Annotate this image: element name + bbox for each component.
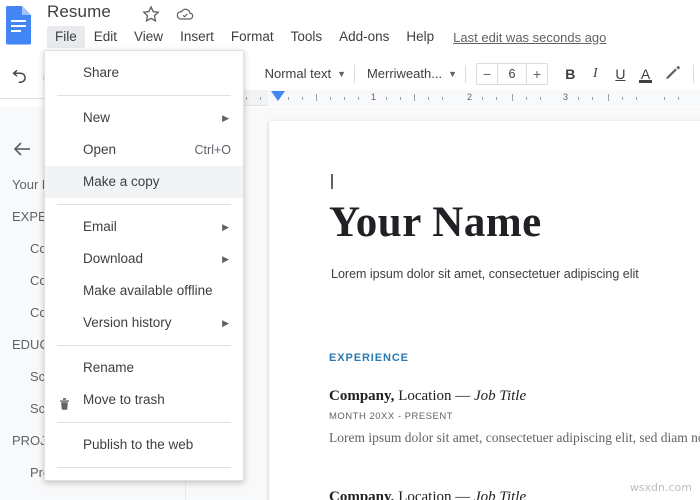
- file-menu-download[interactable]: Download ▶: [45, 243, 243, 275]
- menu-bar: File Edit View Insert Format Tools Add-o…: [47, 26, 606, 48]
- file-menu-email[interactable]: Email ▶: [45, 211, 243, 243]
- job-1-description: Lorem ipsum dolor sit amet, consectetuer…: [329, 430, 700, 445]
- section-heading-experience: EXPERIENCE: [329, 352, 409, 364]
- google-docs-window: Resume File Edit View Insert Format Tool…: [0, 0, 700, 500]
- cloud-saved-icon[interactable]: [175, 4, 195, 24]
- underline-button[interactable]: U: [608, 61, 633, 87]
- job-entry-2-heading: Company, Location — Job Title: [329, 489, 526, 500]
- font-size-increase-button[interactable]: +: [527, 64, 547, 84]
- ruler-number-2: 2: [467, 92, 473, 102]
- star-icon[interactable]: [141, 4, 161, 24]
- chevron-down-icon: ▼: [448, 68, 458, 79]
- font-family-dropdown[interactable]: Merriweath... ▼: [361, 62, 459, 86]
- paragraph-style-dropdown[interactable]: Normal text ▼: [259, 62, 348, 86]
- file-menu-version-history[interactable]: Version history ▶: [45, 307, 243, 339]
- resume-name-heading: Your Name: [329, 199, 542, 246]
- italic-button[interactable]: I: [583, 61, 608, 87]
- job-entry-1-heading: Company, Location — Job Title: [329, 388, 526, 405]
- menu-separator: [57, 95, 231, 96]
- menu-help[interactable]: Help: [398, 26, 442, 48]
- text-color-button[interactable]: A: [633, 61, 658, 87]
- title-bar: Resume File Edit View Insert Format Tool…: [0, 0, 700, 50]
- file-menu-publish-to-web[interactable]: Publish to the web: [45, 429, 243, 461]
- file-menu-new-label: New: [83, 110, 111, 125]
- job-2-location: Location: [394, 489, 456, 500]
- watermark: wsxdn.com: [629, 481, 692, 494]
- menu-tools[interactable]: Tools: [283, 26, 331, 48]
- file-menu-email-label: Email: [83, 219, 117, 234]
- paragraph-style-value: Normal text: [264, 66, 332, 81]
- document-canvas[interactable]: Your Name Lorem ipsum dolor sit amet, co…: [186, 107, 700, 500]
- undo-icon[interactable]: [8, 61, 33, 87]
- submenu-arrow-icon: ▶: [222, 318, 229, 328]
- last-edit-link[interactable]: Last edit was seconds ago: [453, 30, 606, 45]
- toolbar-divider: [353, 64, 355, 83]
- font-size-decrease-button[interactable]: −: [477, 64, 497, 84]
- submenu-arrow-icon: ▶: [222, 222, 229, 232]
- job-2-separator: —: [455, 489, 475, 500]
- job-2-company: Company,: [329, 489, 395, 500]
- job-1-date: MONTH 20XX - PRESENT: [329, 411, 454, 422]
- job-1-company: Company,: [329, 388, 395, 404]
- file-menu-open[interactable]: Open Ctrl+O: [45, 134, 243, 166]
- file-menu-version-history-label: Version history: [83, 315, 172, 330]
- file-menu-download-label: Download: [83, 251, 144, 266]
- menu-addons[interactable]: Add-ons: [331, 26, 397, 48]
- horizontal-ruler[interactable]: 1 2 3: [186, 90, 700, 106]
- outline-item-skills[interactable]: SKILLS: [0, 489, 185, 500]
- font-size-input[interactable]: 6: [496, 63, 527, 84]
- job-1-separator: —: [455, 388, 475, 404]
- file-menu-rename[interactable]: Rename: [45, 352, 243, 384]
- bold-button[interactable]: B: [558, 61, 583, 87]
- submenu-arrow-icon: ▶: [222, 113, 229, 123]
- file-menu-open-label: Open: [83, 142, 117, 157]
- file-menu-move-to-trash[interactable]: Move to trash: [45, 384, 243, 416]
- submenu-arrow-icon: ▶: [222, 254, 229, 264]
- trash-icon: [57, 391, 75, 410]
- file-menu-make-available-offline[interactable]: Make available offline: [45, 275, 243, 307]
- ruler-number-3: 3: [563, 92, 569, 102]
- menu-separator: [57, 204, 231, 205]
- job-1-location: Location: [394, 388, 456, 404]
- text-cursor: [331, 174, 333, 189]
- menu-format[interactable]: Format: [223, 26, 282, 48]
- menu-view[interactable]: View: [126, 26, 171, 48]
- font-family-value: Merriweath...: [366, 66, 443, 81]
- toolbar-divider: [465, 64, 466, 83]
- ruler-number-1: 1: [371, 92, 377, 102]
- font-size-stepper: − 6 +: [475, 62, 548, 85]
- resume-tagline: Lorem ipsum dolor sit amet, consectetuer…: [331, 267, 639, 281]
- menu-insert[interactable]: Insert: [172, 26, 222, 48]
- menu-edit[interactable]: Edit: [86, 26, 125, 48]
- job-2-title: Job Title: [474, 489, 527, 500]
- indent-marker-icon[interactable]: [271, 91, 285, 101]
- file-menu-move-to-trash-label: Move to trash: [83, 392, 165, 407]
- document-title[interactable]: Resume: [47, 2, 111, 22]
- file-menu-dropdown: Share New ▶ Open Ctrl+O Make a copy Emai…: [44, 50, 244, 481]
- job-1-title: Job Title: [474, 388, 527, 404]
- file-menu-share[interactable]: Share: [45, 57, 243, 89]
- chevron-down-icon: ▼: [337, 68, 346, 79]
- file-menu-make-a-copy[interactable]: Make a copy: [45, 166, 243, 198]
- file-menu-open-shortcut: Ctrl+O: [194, 143, 231, 157]
- google-docs-icon[interactable]: [4, 5, 34, 45]
- highlight-pen-icon[interactable]: [660, 61, 685, 87]
- menu-separator: [57, 467, 231, 468]
- document-page[interactable]: Your Name Lorem ipsum dolor sit amet, co…: [269, 121, 700, 500]
- menu-separator: [57, 422, 231, 423]
- file-menu-new[interactable]: New ▶: [45, 102, 243, 134]
- back-arrow-icon[interactable]: [10, 137, 34, 161]
- menu-file[interactable]: File: [47, 26, 85, 48]
- menu-separator: [57, 345, 231, 346]
- toolbar-divider: [693, 64, 695, 83]
